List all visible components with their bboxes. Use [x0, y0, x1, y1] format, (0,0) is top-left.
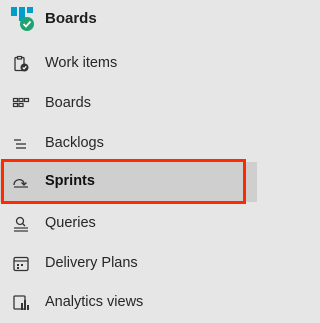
sidebar-item-label: Work items: [45, 55, 118, 71]
sprints-icon: [12, 173, 30, 191]
sidebar-item-label: Sprints: [45, 173, 95, 189]
backlogs-icon: [12, 135, 30, 153]
sidebar-item-queries[interactable]: Queries: [0, 204, 257, 244]
boards-header[interactable]: Boards: [0, 0, 257, 40]
sidebar-item-analytics-views[interactable]: Analytics views: [0, 283, 257, 323]
sidebar-item-boards[interactable]: Boards: [0, 84, 257, 124]
work-items-icon: [12, 55, 30, 73]
page-title: Boards: [45, 10, 97, 27]
boards-app-icon: [10, 6, 36, 32]
analytics-views-icon: [12, 294, 30, 312]
delivery-plans-icon: [12, 255, 30, 273]
sidebar-item-label: Queries: [45, 215, 96, 231]
sidebar-item-label: Delivery Plans: [45, 255, 138, 271]
sidebar-item-backlogs[interactable]: Backlogs: [0, 124, 257, 164]
sidebar-item-label: Boards: [45, 95, 91, 111]
queries-icon: [12, 215, 30, 233]
sidebar-item-delivery-plans[interactable]: Delivery Plans: [0, 244, 257, 284]
sidebar-item-sprints[interactable]: Sprints: [0, 162, 257, 202]
sidebar-item-work-items[interactable]: Work items: [0, 44, 257, 84]
sidebar-item-label: Backlogs: [45, 135, 104, 151]
sidebar-item-label: Analytics views: [45, 294, 144, 310]
boards-icon: [12, 95, 30, 113]
